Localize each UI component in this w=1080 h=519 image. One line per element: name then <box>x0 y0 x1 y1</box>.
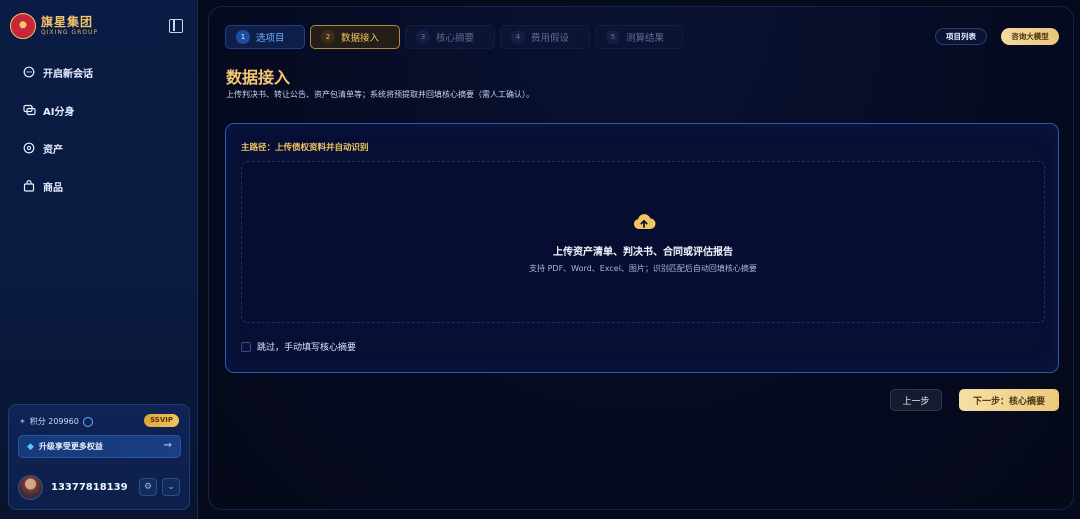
upload-dropzone[interactable]: 上传资产清单、判决书、合同或评估报告 支持 PDF、Word、Excel、图片；… <box>241 161 1045 323</box>
next-step-button[interactable]: 下一步：核心摘要 <box>959 389 1059 411</box>
upgrade-label: 升级享受更多权益 <box>38 442 103 451</box>
skip-label: 跳过，手动填写核心摘要 <box>257 343 357 353</box>
layers-icon <box>22 103 36 117</box>
step-calculation-results[interactable]: 5 测算结果 <box>595 25 683 49</box>
diamond-icon: ◆ <box>27 441 34 452</box>
previous-step-button[interactable]: 上一步 <box>890 389 942 411</box>
step-label: 核心摘要 <box>436 33 475 44</box>
step-data-import[interactable]: 2 数据接入 <box>310 25 400 49</box>
step-number: 1 <box>236 30 250 44</box>
step-number: 3 <box>416 30 430 44</box>
sidebar-item-ai-avatar[interactable]: AI分身 <box>22 100 74 120</box>
consult-model-button[interactable]: 咨询大模型 <box>1001 28 1059 45</box>
sidebar-item-new-chat[interactable]: 开启新会话 <box>22 62 93 82</box>
refresh-ring-icon[interactable] <box>82 416 93 427</box>
upload-panel: 主路径：上传债权资料并自动识别 上传资产清单、判决书、合同或评估报告 支持 PD… <box>225 123 1059 373</box>
chevron-down-icon[interactable]: ⌄ <box>162 478 180 496</box>
asset-icon <box>22 141 36 155</box>
sidebar-item-assets[interactable]: 资产 <box>22 138 63 158</box>
page-title: 数据接入 <box>226 68 291 87</box>
step-cost-assumptions[interactable]: 4 费用假设 <box>500 25 590 49</box>
user-phone: 13377818139 <box>51 481 128 493</box>
sparkle-icon: ✦ <box>19 417 26 426</box>
settings-gear-icon[interactable]: ⚙ <box>139 478 157 496</box>
sidebar: 旗星集团 QIXING GROUP 开启新会话 AI分身 资产 商品 ✦ 积分 … <box>0 0 198 519</box>
brand-name-cn: 旗星集团 <box>41 15 94 29</box>
sidebar-item-products[interactable]: 商品 <box>22 176 63 196</box>
main-path-label: 主路径：上传债权资料并自动识别 <box>241 143 369 153</box>
brand-logo[interactable]: 旗星集团 QIXING GROUP <box>10 12 98 40</box>
step-select-project[interactable]: 1 选项目 <box>225 25 305 49</box>
page-description: 上传判决书、转让公告、资产包清单等；系统将预提取并回填核心摘要（需人工确认）。 <box>226 90 534 99</box>
points-display: ✦ 积分 209960 <box>19 416 93 427</box>
upgrade-button[interactable]: ◆ 升级享受更多权益 → <box>18 435 181 458</box>
step-label: 数据接入 <box>341 33 380 44</box>
user-profile[interactable]: 13377818139 ⚙ ⌄ <box>18 474 183 500</box>
avatar[interactable] <box>18 474 43 500</box>
dropzone-title: 上传资产清单、判决书、合同或评估报告 <box>553 247 733 258</box>
sidebar-collapse-icon[interactable] <box>169 19 183 33</box>
member-card: ✦ 积分 209960 SSVIP ◆ 升级享受更多权益 → 133778181… <box>8 404 190 510</box>
logo-mark-icon <box>10 13 36 39</box>
skip-manual-option[interactable]: 跳过，手动填写核心摘要 <box>241 340 356 353</box>
step-number: 5 <box>606 30 620 44</box>
vip-badge: SSVIP <box>144 414 179 427</box>
sidebar-item-label: 资产 <box>43 144 63 156</box>
step-label: 测算结果 <box>626 33 665 44</box>
bag-icon <box>22 179 36 193</box>
step-label: 费用假设 <box>531 33 570 44</box>
step-label: 选项目 <box>256 33 285 44</box>
step-core-summary[interactable]: 3 核心摘要 <box>405 25 495 49</box>
step-number: 4 <box>511 30 525 44</box>
cloud-upload-icon <box>633 214 656 230</box>
sidebar-item-label: 商品 <box>43 182 63 194</box>
dropzone-subtitle: 支持 PDF、Word、Excel、图片；识别匹配后自动回填核心摘要 <box>529 264 757 273</box>
main-content: 1 选项目 2 数据接入 3 核心摘要 4 费用假设 5 测算结果 项目列表 咨… <box>208 6 1074 510</box>
brand-name-en: QIXING GROUP <box>41 29 98 36</box>
project-list-button[interactable]: 项目列表 <box>935 28 987 45</box>
sidebar-item-label: 开启新会话 <box>43 68 93 80</box>
chat-icon <box>22 65 36 79</box>
skip-checkbox[interactable] <box>241 341 251 352</box>
step-number: 2 <box>321 30 335 44</box>
sidebar-item-label: AI分身 <box>43 106 75 118</box>
points-value: 积分 209960 <box>29 417 79 426</box>
arrow-right-icon: → <box>163 440 172 451</box>
